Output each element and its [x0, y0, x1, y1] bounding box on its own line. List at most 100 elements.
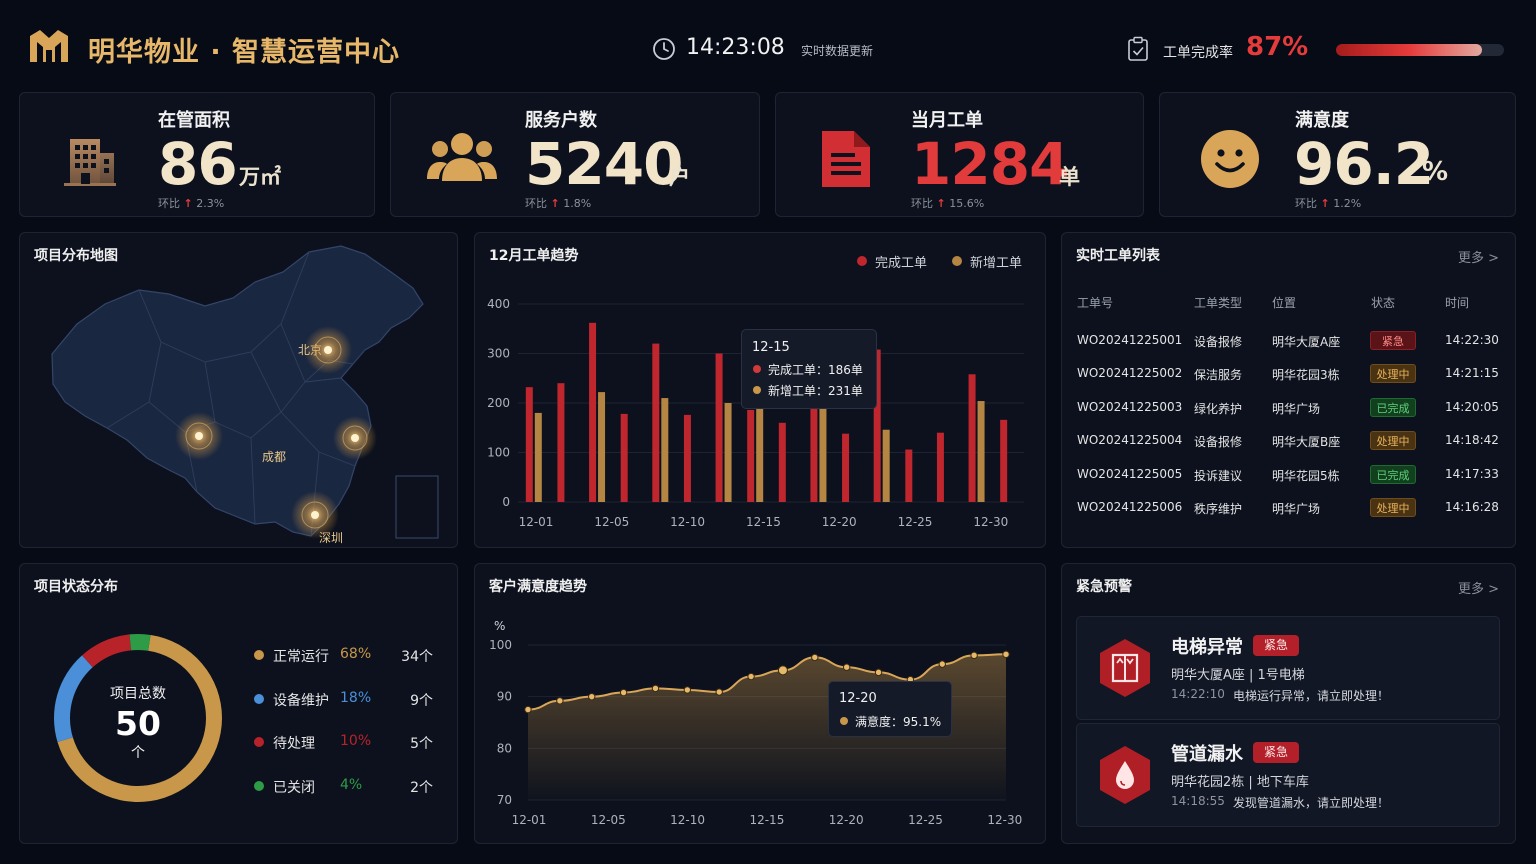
status-count: 5个	[410, 736, 433, 752]
bar-completed[interactable]	[683, 414, 691, 502]
alert-message: 发现管道漏水，请立即处理！	[1233, 796, 1390, 810]
bar-new[interactable]	[598, 392, 606, 502]
legend-dot	[254, 693, 264, 704]
y-tick-label: 100	[489, 638, 512, 652]
clock-update-note: 实时数据更新	[801, 44, 874, 58]
table-cell: 明华花园5栋	[1272, 468, 1340, 483]
table-cell: WO20241225005	[1077, 466, 1183, 481]
kpi-unit: 单	[1059, 165, 1080, 189]
bar-new[interactable]	[724, 403, 732, 502]
arrow-up-icon: ↑	[936, 197, 946, 210]
kpi-value: 5240	[525, 130, 683, 198]
kpi-label: 满意度	[1295, 110, 1349, 131]
status-badge: 已完成	[1370, 464, 1416, 484]
bar-completed[interactable]	[747, 409, 755, 502]
bar-completed[interactable]	[589, 322, 597, 502]
bar-completed[interactable]	[905, 449, 913, 502]
kpi-card-households: 服务户数 5240 户 环比 ↑ 1.8%	[390, 92, 760, 217]
data-point[interactable]	[556, 697, 564, 705]
bar-completed[interactable]	[715, 353, 723, 503]
alert-location: 明华大厦A座 | 1号电梯	[1171, 668, 1305, 683]
legend-dot	[254, 780, 264, 791]
donut-slice[interactable]	[82, 634, 132, 668]
column-header[interactable]: 工单号	[1077, 294, 1113, 311]
status-percent: 18%	[340, 689, 372, 706]
tooltip-dot	[753, 386, 761, 394]
table-cell: 14:17:33	[1445, 466, 1499, 481]
bar-new[interactable]	[819, 407, 827, 502]
data-point[interactable]	[588, 692, 596, 701]
panel-title: 紧急预警	[1076, 579, 1132, 595]
x-tick-label: 12-30	[973, 515, 1008, 529]
status-badge: 已完成	[1370, 397, 1416, 417]
kpi-unit: 户	[669, 165, 690, 189]
completion-rate-label: 工单完成率	[1163, 45, 1233, 61]
y-tick-label: 80	[497, 741, 512, 755]
bar-completed[interactable]	[652, 343, 660, 502]
data-point[interactable]	[715, 688, 723, 696]
bar-new[interactable]	[882, 429, 890, 502]
status-percent: 10%	[340, 733, 372, 749]
worklist-more-link[interactable]: 更多 >	[1458, 247, 1499, 266]
status-badge: 处理中	[1370, 498, 1416, 517]
column-header[interactable]: 工单类型	[1194, 294, 1242, 311]
data-point[interactable]	[683, 686, 692, 694]
tooltip-satisfaction: 满意度：95.1%	[855, 715, 942, 729]
brand-logo-icon	[30, 30, 68, 62]
alert-card[interactable]: 电梯异常 紧急 明华大厦A座 | 1号电梯 14:22:10 电梯运行异常，请立…	[1076, 616, 1500, 720]
kpi-trend: 环比 ↑ 1.2%	[1295, 197, 1362, 210]
column-header[interactable]: 状态	[1371, 294, 1395, 311]
arrow-up-icon: ↑	[1320, 197, 1330, 210]
bar-completed[interactable]	[1000, 419, 1008, 502]
kpi-value: 1284	[911, 130, 1069, 198]
table-cell: WO20241225002	[1077, 366, 1183, 381]
bar-completed[interactable]	[557, 383, 565, 502]
data-point[interactable]	[651, 684, 660, 693]
tooltip-date: 12-15	[752, 340, 790, 355]
data-point[interactable]	[938, 660, 946, 668]
donut-slice[interactable]	[129, 634, 151, 651]
alert-card[interactable]: 管道漏水 紧急 明华花园2栋 | 地下车库 14:18:55 发现管道漏水，请立…	[1076, 723, 1500, 827]
bar-completed[interactable]	[968, 374, 976, 502]
status-name: 设备维护	[273, 692, 329, 709]
y-tick-label: 200	[487, 396, 510, 410]
data-point[interactable]	[970, 651, 978, 660]
donut-center-label: 项目总数	[110, 686, 166, 702]
document-icon	[822, 131, 870, 187]
tooltip-new: 新增工单：231单	[768, 384, 863, 398]
data-point[interactable]	[777, 665, 788, 676]
data-point[interactable]	[619, 688, 628, 697]
china-map[interactable]: 北京成都深圳	[19, 232, 458, 548]
donut-center-unit: 个	[131, 745, 145, 761]
bar-completed[interactable]	[525, 387, 533, 502]
completion-rate-value: 87%	[1246, 32, 1309, 62]
bar-completed[interactable]	[620, 413, 628, 502]
data-point[interactable]	[524, 705, 532, 714]
alert-title: 管道漏水	[1171, 744, 1243, 765]
smile-icon	[1201, 130, 1259, 188]
column-header[interactable]: 时间	[1445, 294, 1469, 311]
table-cell: 保洁服务	[1194, 368, 1243, 383]
clock-icon	[653, 38, 675, 60]
urgent-tag: 紧急	[1253, 742, 1299, 763]
panel-title: 实时工单列表	[1076, 248, 1160, 264]
bar-new[interactable]	[661, 398, 669, 502]
bar-completed[interactable]	[936, 432, 944, 502]
bar-new[interactable]	[977, 401, 985, 502]
data-point[interactable]	[874, 668, 883, 677]
bar-completed[interactable]	[842, 433, 850, 502]
bar-completed[interactable]	[778, 422, 786, 502]
data-point[interactable]	[747, 672, 755, 681]
data-point[interactable]	[1002, 650, 1010, 659]
alert-title: 电梯异常	[1171, 637, 1243, 658]
data-point[interactable]	[811, 653, 819, 662]
elevator-icon	[1100, 639, 1150, 697]
satisfaction-area-chart[interactable]: 70 80 90 100 12-01 12-05 12-10 12-15 12-20 12-25 1…	[474, 563, 1046, 844]
column-header[interactable]: 位置	[1272, 294, 1296, 311]
data-point[interactable]	[842, 663, 851, 671]
x-tick-label: 12-25	[908, 813, 943, 827]
alerts-more-link[interactable]: 更多 >	[1458, 578, 1499, 597]
tooltip-date: 12-20	[839, 691, 877, 706]
bar-new[interactable]	[534, 412, 542, 502]
donut-slice[interactable]	[54, 655, 93, 743]
